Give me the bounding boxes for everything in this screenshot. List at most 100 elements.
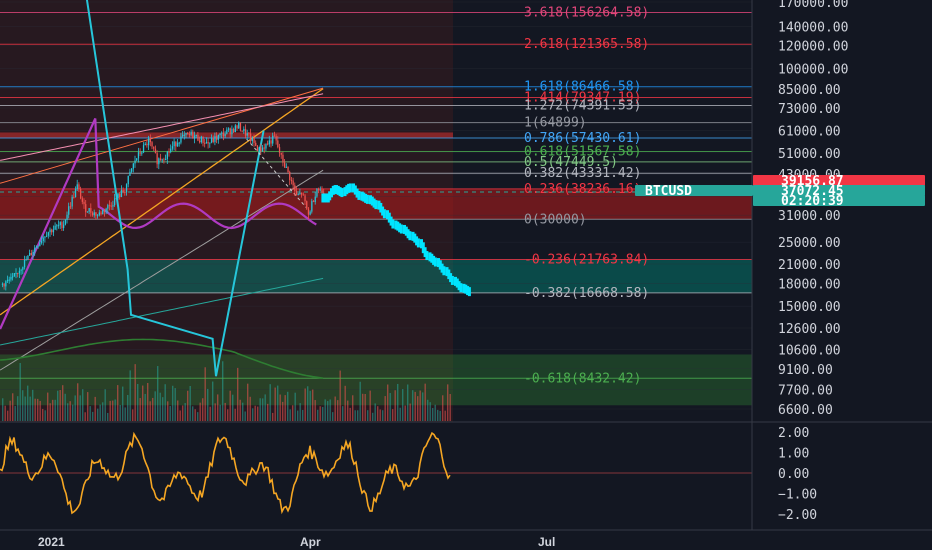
volume-bar (174, 388, 176, 421)
candle-body (214, 136, 216, 142)
volume-bar (422, 392, 424, 421)
candle-body (295, 191, 298, 195)
fib-level-label: 1.272(74391.53) (524, 99, 641, 114)
candle-body (142, 145, 145, 153)
volume-bar (62, 385, 64, 421)
volume-bar (392, 409, 394, 421)
volume-bar (104, 389, 106, 421)
volume-bar (159, 392, 161, 421)
volume-bar (424, 383, 426, 421)
candle-body (37, 246, 39, 248)
volume-bar (449, 394, 451, 421)
volume-bar (324, 399, 326, 421)
oscillator-tick-label: −2.00 (778, 508, 817, 523)
volume-bar (292, 405, 294, 421)
candle-body (199, 140, 201, 143)
volume-bar (332, 412, 334, 421)
candle-body (29, 252, 31, 256)
volume-bar (364, 393, 366, 421)
volume-bar (22, 390, 24, 421)
volume-bar (362, 393, 364, 421)
candle-body (105, 208, 107, 212)
price-tick-label: 25000.00 (778, 236, 841, 251)
volume-bar (372, 412, 374, 421)
candle-body (188, 133, 191, 135)
volume-bar (2, 398, 4, 421)
volume-bar (369, 390, 371, 421)
volume-bar (302, 409, 304, 421)
volume-bar (267, 403, 269, 421)
candle-body (110, 205, 112, 207)
volume-bar (172, 385, 174, 421)
fib-level-label: 2.618(121365.58) (524, 37, 649, 52)
candle-body (231, 128, 233, 135)
volume-bar (117, 385, 119, 421)
volume-bar (54, 399, 56, 421)
volume-bar (4, 405, 6, 421)
volume-bar (147, 382, 149, 421)
volume-bar (379, 409, 381, 421)
candle-body (34, 247, 36, 252)
candle-body (97, 215, 99, 217)
volume-bar (144, 393, 146, 421)
candle-body (187, 133, 189, 135)
volume-bar (212, 381, 214, 421)
candle-body (122, 190, 124, 192)
candle-body (171, 146, 174, 149)
volume-bar (162, 397, 164, 421)
candle-body (284, 162, 286, 168)
volume-bar (74, 395, 76, 421)
candle-body (124, 191, 126, 193)
volume-bar (349, 407, 351, 421)
volume-bar (384, 396, 386, 421)
volume-bar (344, 385, 346, 421)
btcusd-chart[interactable]: 3.618(156264.58)2.618(121365.58)1.618(86… (0, 0, 932, 550)
volume-bar (192, 406, 194, 421)
candle-body (227, 128, 230, 130)
candle-body (125, 184, 128, 193)
candle-body (210, 138, 213, 143)
volume-bar (282, 401, 284, 421)
volume-bar (102, 402, 104, 421)
candle-body (319, 189, 321, 191)
volume-bar (132, 409, 134, 421)
price-tick-label: 61000.00 (778, 124, 841, 139)
volume-bar (234, 408, 236, 421)
candle-body (205, 142, 208, 144)
candle-body (93, 212, 95, 216)
volume-bar (252, 408, 254, 421)
candle-body (273, 135, 276, 137)
volume-bar (412, 390, 414, 421)
volume-bar (197, 412, 199, 421)
candle-body (234, 125, 236, 133)
fib-level-label: 0(30000) (524, 212, 587, 227)
volume-bar (89, 406, 91, 421)
candle-body (68, 206, 70, 215)
candle-body (278, 147, 281, 153)
candle-body (13, 273, 15, 277)
projected-candle (365, 194, 369, 204)
candle-body (261, 147, 264, 152)
candle-body (251, 137, 253, 141)
candle-body (263, 147, 265, 149)
volume-bar (359, 381, 361, 421)
candle-body (217, 134, 219, 140)
candle-body (289, 172, 291, 181)
volume-bar (169, 406, 171, 421)
candle-body (170, 148, 172, 153)
volume-bar (247, 383, 249, 421)
volume-bar (319, 406, 321, 421)
volume-bar (154, 391, 156, 421)
candle-body (115, 198, 117, 200)
candle-body (248, 133, 250, 135)
volume-bar (297, 410, 299, 421)
candle-body (175, 141, 177, 147)
volume-bar (57, 390, 59, 421)
candle-body (204, 142, 206, 144)
volume-bar (204, 367, 206, 421)
candle-body (73, 196, 75, 198)
oscillator-tick-label: 0.00 (778, 467, 809, 482)
candle-body (321, 189, 323, 193)
volume-bar (399, 407, 401, 421)
candle-body (239, 122, 242, 131)
